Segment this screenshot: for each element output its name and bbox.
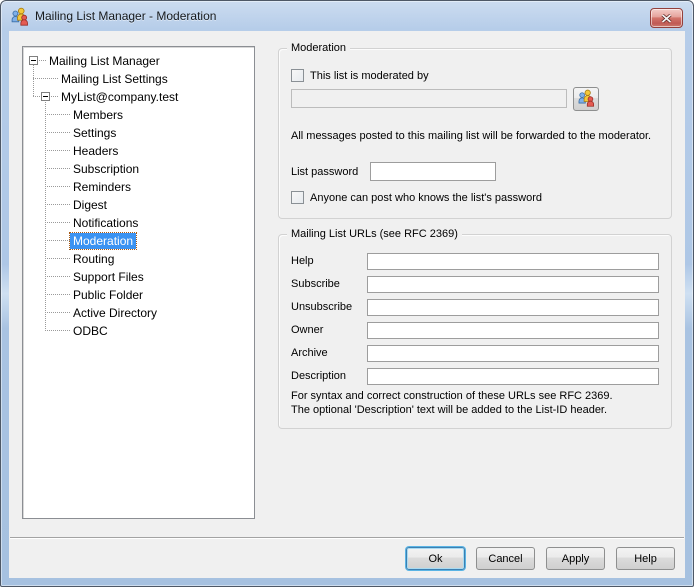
moderation-group-title: Moderation <box>287 42 350 54</box>
close-button[interactable] <box>650 8 683 28</box>
url-input-subscribe[interactable] <box>367 276 659 293</box>
tree-item-label: Support Files <box>70 269 147 285</box>
moderated-by-checkbox-label: This list is moderated by <box>310 70 429 82</box>
url-input-help[interactable] <box>367 253 659 270</box>
tree-item-odbc[interactable]: ODBC <box>23 322 254 340</box>
moderation-group: Moderation This list is moderated by Al <box>278 48 672 219</box>
tree-connector <box>45 330 71 331</box>
url-field-label-unsubscribe: Unsubscribe <box>291 301 352 313</box>
tree-item-label: Active Directory <box>70 305 160 321</box>
tree-item-label: ODBC <box>70 323 111 339</box>
tree-item-active-directory[interactable]: Active Directory <box>23 304 254 322</box>
tree-item-digest[interactable]: Digest <box>23 196 254 214</box>
tree-item-label: Headers <box>70 143 121 159</box>
apply-button[interactable]: Apply <box>546 547 605 570</box>
tree-item-label: Mailing List Manager <box>46 53 163 69</box>
cancel-button[interactable]: Cancel <box>476 547 535 570</box>
tree-connector <box>45 294 71 295</box>
url-field-label-description: Description <box>291 370 346 382</box>
tree-item-routing[interactable]: Routing <box>23 250 254 268</box>
tree-connector <box>45 276 71 277</box>
anyone-can-post-checkbox[interactable] <box>291 191 304 204</box>
tree-item-notifications[interactable]: Notifications <box>23 214 254 232</box>
tree-item-mailing-list-manager[interactable]: Mailing List Manager <box>23 52 254 70</box>
url-field-label-archive: Archive <box>291 347 328 359</box>
url-input-owner[interactable] <box>367 322 659 339</box>
tree-item-headers[interactable]: Headers <box>23 142 254 160</box>
tree-connector <box>33 96 40 97</box>
url-field-label-help: Help <box>291 255 314 267</box>
tree-item-moderation[interactable]: Moderation <box>23 232 254 250</box>
footer-divider <box>10 537 684 539</box>
tree-item-label: Moderation <box>70 233 136 249</box>
navigation-tree: Mailing List Manager Mailing List Setting… <box>22 46 255 519</box>
tree-guide-line <box>33 65 34 97</box>
url-field-label-subscribe: Subscribe <box>291 278 340 290</box>
url-input-description[interactable] <box>367 368 659 385</box>
tree-item-members[interactable]: Members <box>23 106 254 124</box>
tree-connector <box>45 258 71 259</box>
tree-connector <box>45 186 71 187</box>
help-button[interactable]: Help <box>616 547 675 570</box>
urls-group-title: Mailing List URLs (see RFC 2369) <box>287 228 462 240</box>
moderated-by-checkbox[interactable] <box>291 69 304 82</box>
mailing-list-urls-group: Mailing List URLs (see RFC 2369) For syn… <box>278 234 672 429</box>
address-book-people-icon <box>577 88 596 110</box>
tree-item-label: Settings <box>70 125 119 141</box>
tree-item-settings[interactable]: Settings <box>23 124 254 142</box>
tree-item-label: Members <box>70 107 126 123</box>
dialog-window: Mailing List Manager - Moderation Mailin… <box>0 0 694 587</box>
tree-item-label: Public Folder <box>70 287 146 303</box>
list-password-input[interactable] <box>370 162 496 181</box>
tree-connector <box>33 78 59 79</box>
url-input-unsubscribe[interactable] <box>367 299 659 316</box>
tree-item-label: Digest <box>70 197 110 213</box>
url-input-archive[interactable] <box>367 345 659 362</box>
tree-connector <box>45 222 71 223</box>
moderator-input <box>291 89 567 108</box>
tree-connector <box>45 114 71 115</box>
tree-item-label: Subscription <box>70 161 142 177</box>
tree-connector <box>45 240 71 241</box>
tree-item-support-files[interactable]: Support Files <box>23 268 254 286</box>
list-password-label: List password <box>291 166 358 178</box>
tree-item-label: Routing <box>70 251 117 267</box>
tree-item-public-folder[interactable]: Public Folder <box>23 286 254 304</box>
urls-note-line2: The optional 'Description' text will be … <box>291 404 607 416</box>
ok-button[interactable]: Ok <box>406 547 465 570</box>
tree-connector <box>45 168 71 169</box>
urls-note-line1: For syntax and correct construction of t… <box>291 390 613 402</box>
moderation-note: All messages posted to this mailing list… <box>291 130 651 142</box>
tree-expander-minus-icon[interactable] <box>41 92 50 101</box>
window-title: Mailing List Manager - Moderation <box>35 9 216 23</box>
titlebar[interactable]: Mailing List Manager - Moderation <box>1 1 693 31</box>
mailing-list-people-icon <box>10 6 30 26</box>
moderator-picker-button[interactable] <box>573 87 599 111</box>
close-icon <box>661 11 672 26</box>
tree-item-label: MyList@company.test <box>58 89 181 105</box>
tree-item-label: Reminders <box>70 179 134 195</box>
tree-connector <box>45 132 71 133</box>
tree-item-label: Notifications <box>70 215 141 231</box>
tree-item-subscription[interactable]: Subscription <box>23 160 254 178</box>
tree-connector <box>45 204 71 205</box>
dialog-content: Mailing List Manager Mailing List Setting… <box>9 31 685 578</box>
tree-connector <box>45 150 71 151</box>
tree-guide-line <box>45 102 46 331</box>
tree-item-mylist-company-test[interactable]: MyList@company.test <box>23 88 254 106</box>
tree-item-label: Mailing List Settings <box>58 71 171 87</box>
tree-expander-minus-icon[interactable] <box>29 56 38 65</box>
anyone-can-post-checkbox-label: Anyone can post who knows the list's pas… <box>310 192 542 204</box>
tree-connector <box>45 312 71 313</box>
tree-item-mailing-list-settings[interactable]: Mailing List Settings <box>23 70 254 88</box>
tree-item-reminders[interactable]: Reminders <box>23 178 254 196</box>
url-field-label-owner: Owner <box>291 324 323 336</box>
